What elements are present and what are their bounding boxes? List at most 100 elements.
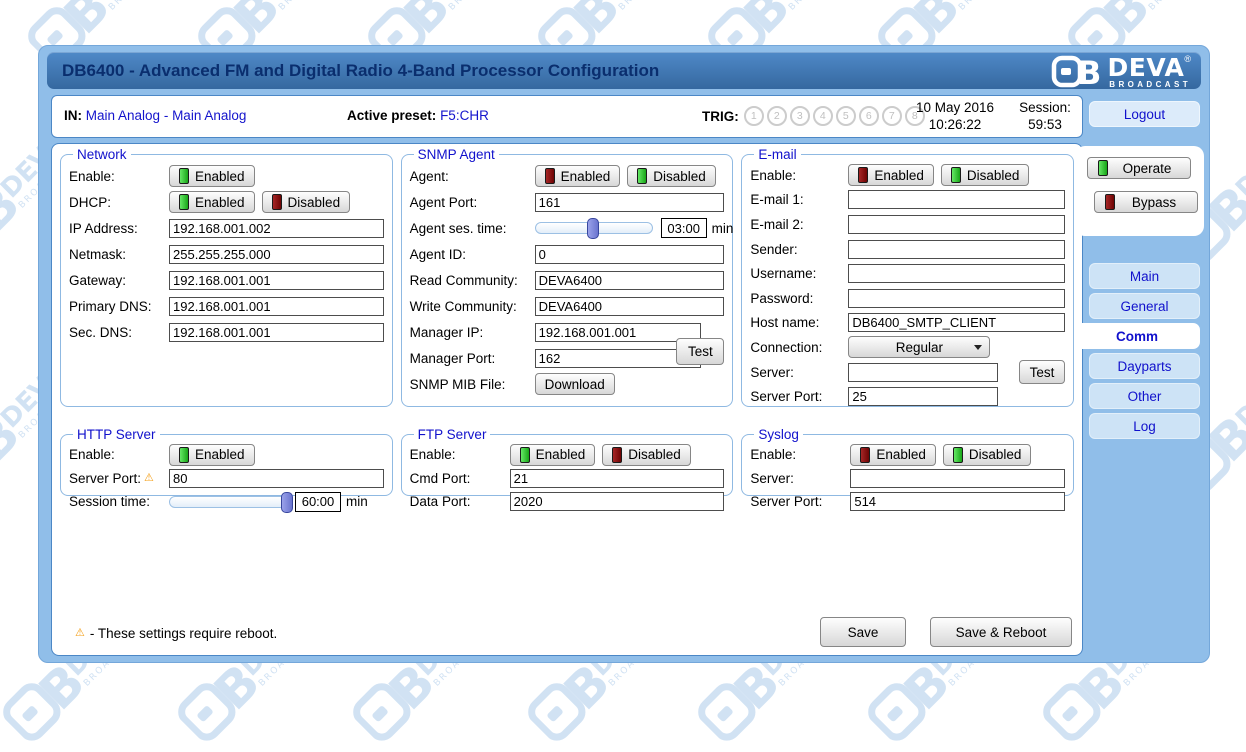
email-test-button[interactable]: Test <box>1019 360 1065 384</box>
ftp-disabled-button[interactable]: Disabled <box>602 444 691 466</box>
chevron-down-icon <box>974 345 982 350</box>
sender-field[interactable] <box>848 240 1065 259</box>
tab-log[interactable]: Log <box>1089 413 1200 439</box>
dhcp-enabled-button[interactable]: Enabled <box>169 191 255 213</box>
network-enable-enabled-button[interactable]: Enabled <box>169 165 255 187</box>
led-off-icon <box>612 447 622 463</box>
cmd-port-field[interactable] <box>510 469 725 488</box>
preset-label: Active preset: <box>347 108 436 123</box>
trig-label: TRIG: <box>702 109 739 124</box>
trig-indicator-6: 6 <box>859 106 879 126</box>
manager-ip-field[interactable] <box>535 323 701 342</box>
write-community-field[interactable] <box>535 297 725 316</box>
page-title: DB6400 - Advanced FM and Digital Radio 4… <box>62 61 659 81</box>
password-field[interactable] <box>848 289 1065 308</box>
agent-id-label: Agent ID: <box>410 247 535 262</box>
network-dhcp-label: DHCP: <box>69 195 169 210</box>
email-enabled-button[interactable]: Enabled <box>848 164 934 186</box>
host-name-field[interactable] <box>848 313 1065 332</box>
email2-field[interactable] <box>848 215 1065 234</box>
session-timer: Session: 59:53 <box>1014 100 1076 134</box>
mib-download-button[interactable]: Download <box>535 373 615 395</box>
reboot-note-text: - These settings require reboot. <box>90 626 277 641</box>
syslog-server-port-field[interactable] <box>850 492 1065 511</box>
http-legend: HTTP Server <box>73 427 160 442</box>
email2-label: E-mail 2: <box>750 217 848 232</box>
button-label: Enabled <box>195 447 245 462</box>
network-section: Network Enable: Enabled DHCP: Enabled Di… <box>60 147 393 407</box>
save-bar: Save Save & Reboot <box>820 617 1072 647</box>
save-button[interactable]: Save <box>820 617 906 647</box>
operate-bypass-panel: Operate Bypass <box>1075 146 1204 236</box>
tab-general[interactable]: General <box>1089 293 1200 319</box>
in-value: Main Analog - Main Analog <box>86 108 247 123</box>
agent-session-time-slider[interactable] <box>535 221 653 235</box>
snmp-enabled-button[interactable]: Enabled <box>535 165 621 187</box>
ftp-enabled-button[interactable]: Enabled <box>510 444 596 466</box>
sidebar: Logout Operate Bypass Main General Comm … <box>1086 46 1204 662</box>
trig-indicator-4: 4 <box>813 106 833 126</box>
led-on-icon <box>953 447 963 463</box>
secondary-dns-field[interactable] <box>169 323 384 342</box>
led-off-icon <box>545 168 555 184</box>
session-time-slider[interactable] <box>169 495 287 509</box>
email-disabled-button[interactable]: Disabled <box>941 164 1030 186</box>
snmp-agent-section: SNMP Agent Agent: Enabled Disabled Agent… <box>401 147 734 407</box>
network-enable-label: Enable: <box>69 169 169 184</box>
agent-port-field[interactable] <box>535 193 725 212</box>
tab-comm[interactable]: Comm <box>1074 323 1200 349</box>
connection-label: Connection: <box>750 340 848 355</box>
button-label: Enabled <box>874 168 924 183</box>
save-reboot-button[interactable]: Save & Reboot <box>930 617 1072 647</box>
snmp-test-button[interactable]: Test <box>676 338 724 365</box>
tab-other[interactable]: Other <box>1089 383 1200 409</box>
gateway-field[interactable] <box>169 271 384 290</box>
ip-address-field[interactable] <box>169 219 384 238</box>
http-server-port-field[interactable] <box>169 469 384 488</box>
bypass-button[interactable]: Bypass <box>1094 191 1198 213</box>
slider-thumb[interactable] <box>281 492 293 513</box>
syslog-disabled-button[interactable]: Disabled <box>943 444 1032 466</box>
button-label: Disabled <box>969 447 1022 462</box>
smtp-server-label: Server: <box>750 365 848 380</box>
led-on-icon <box>179 194 189 210</box>
button-label: Disabled <box>653 169 706 184</box>
email-legend: E-mail <box>754 147 800 162</box>
password-label: Password: <box>750 291 848 306</box>
smtp-server-field[interactable] <box>848 363 998 382</box>
input-status: IN: Main Analog - Main Analog <box>64 108 246 123</box>
status-bar: IN: Main Analog - Main Analog Active pre… <box>51 95 1083 138</box>
host-name-label: Host name: <box>750 315 848 330</box>
syslog-enabled-button[interactable]: Enabled <box>850 444 936 466</box>
smtp-server-port-field[interactable] <box>848 387 998 406</box>
syslog-server-field[interactable] <box>850 469 1065 488</box>
trig-indicator-1: 1 <box>744 106 764 126</box>
session-value: 59:53 <box>1014 117 1076 134</box>
dhcp-disabled-button[interactable]: Disabled <box>262 191 351 213</box>
data-port-field[interactable] <box>510 492 725 511</box>
email-section: E-mail Enable: Enabled Disabled E-mail 1… <box>741 147 1074 407</box>
date-time: 10 May 2016 10:26:22 <box>890 100 1020 134</box>
netmask-field[interactable] <box>169 245 384 264</box>
username-field[interactable] <box>848 264 1065 283</box>
read-community-field[interactable] <box>535 271 725 290</box>
button-label: Enabled <box>536 447 586 462</box>
operate-button[interactable]: Operate <box>1087 157 1191 179</box>
http-enabled-button[interactable]: Enabled <box>169 444 255 466</box>
network-legend: Network <box>73 147 131 162</box>
snmp-disabled-button[interactable]: Disabled <box>627 165 716 187</box>
slider-thumb[interactable] <box>587 218 599 239</box>
logout-button[interactable]: Logout <box>1089 101 1200 127</box>
email1-field[interactable] <box>848 190 1065 209</box>
secondary-dns-label: Sec. DNS: <box>69 325 169 340</box>
session-time-value: 60:00 <box>295 492 341 512</box>
tab-main[interactable]: Main <box>1089 263 1200 289</box>
connection-select[interactable]: Regular <box>848 336 990 358</box>
agent-id-field[interactable] <box>535 245 725 264</box>
led-on-icon <box>179 168 189 184</box>
preset-value: F5:CHR <box>440 108 489 123</box>
primary-dns-field[interactable] <box>169 297 384 316</box>
time-value: 10:26:22 <box>890 117 1020 134</box>
slider-track <box>169 496 287 508</box>
tab-dayparts[interactable]: Dayparts <box>1089 353 1200 379</box>
